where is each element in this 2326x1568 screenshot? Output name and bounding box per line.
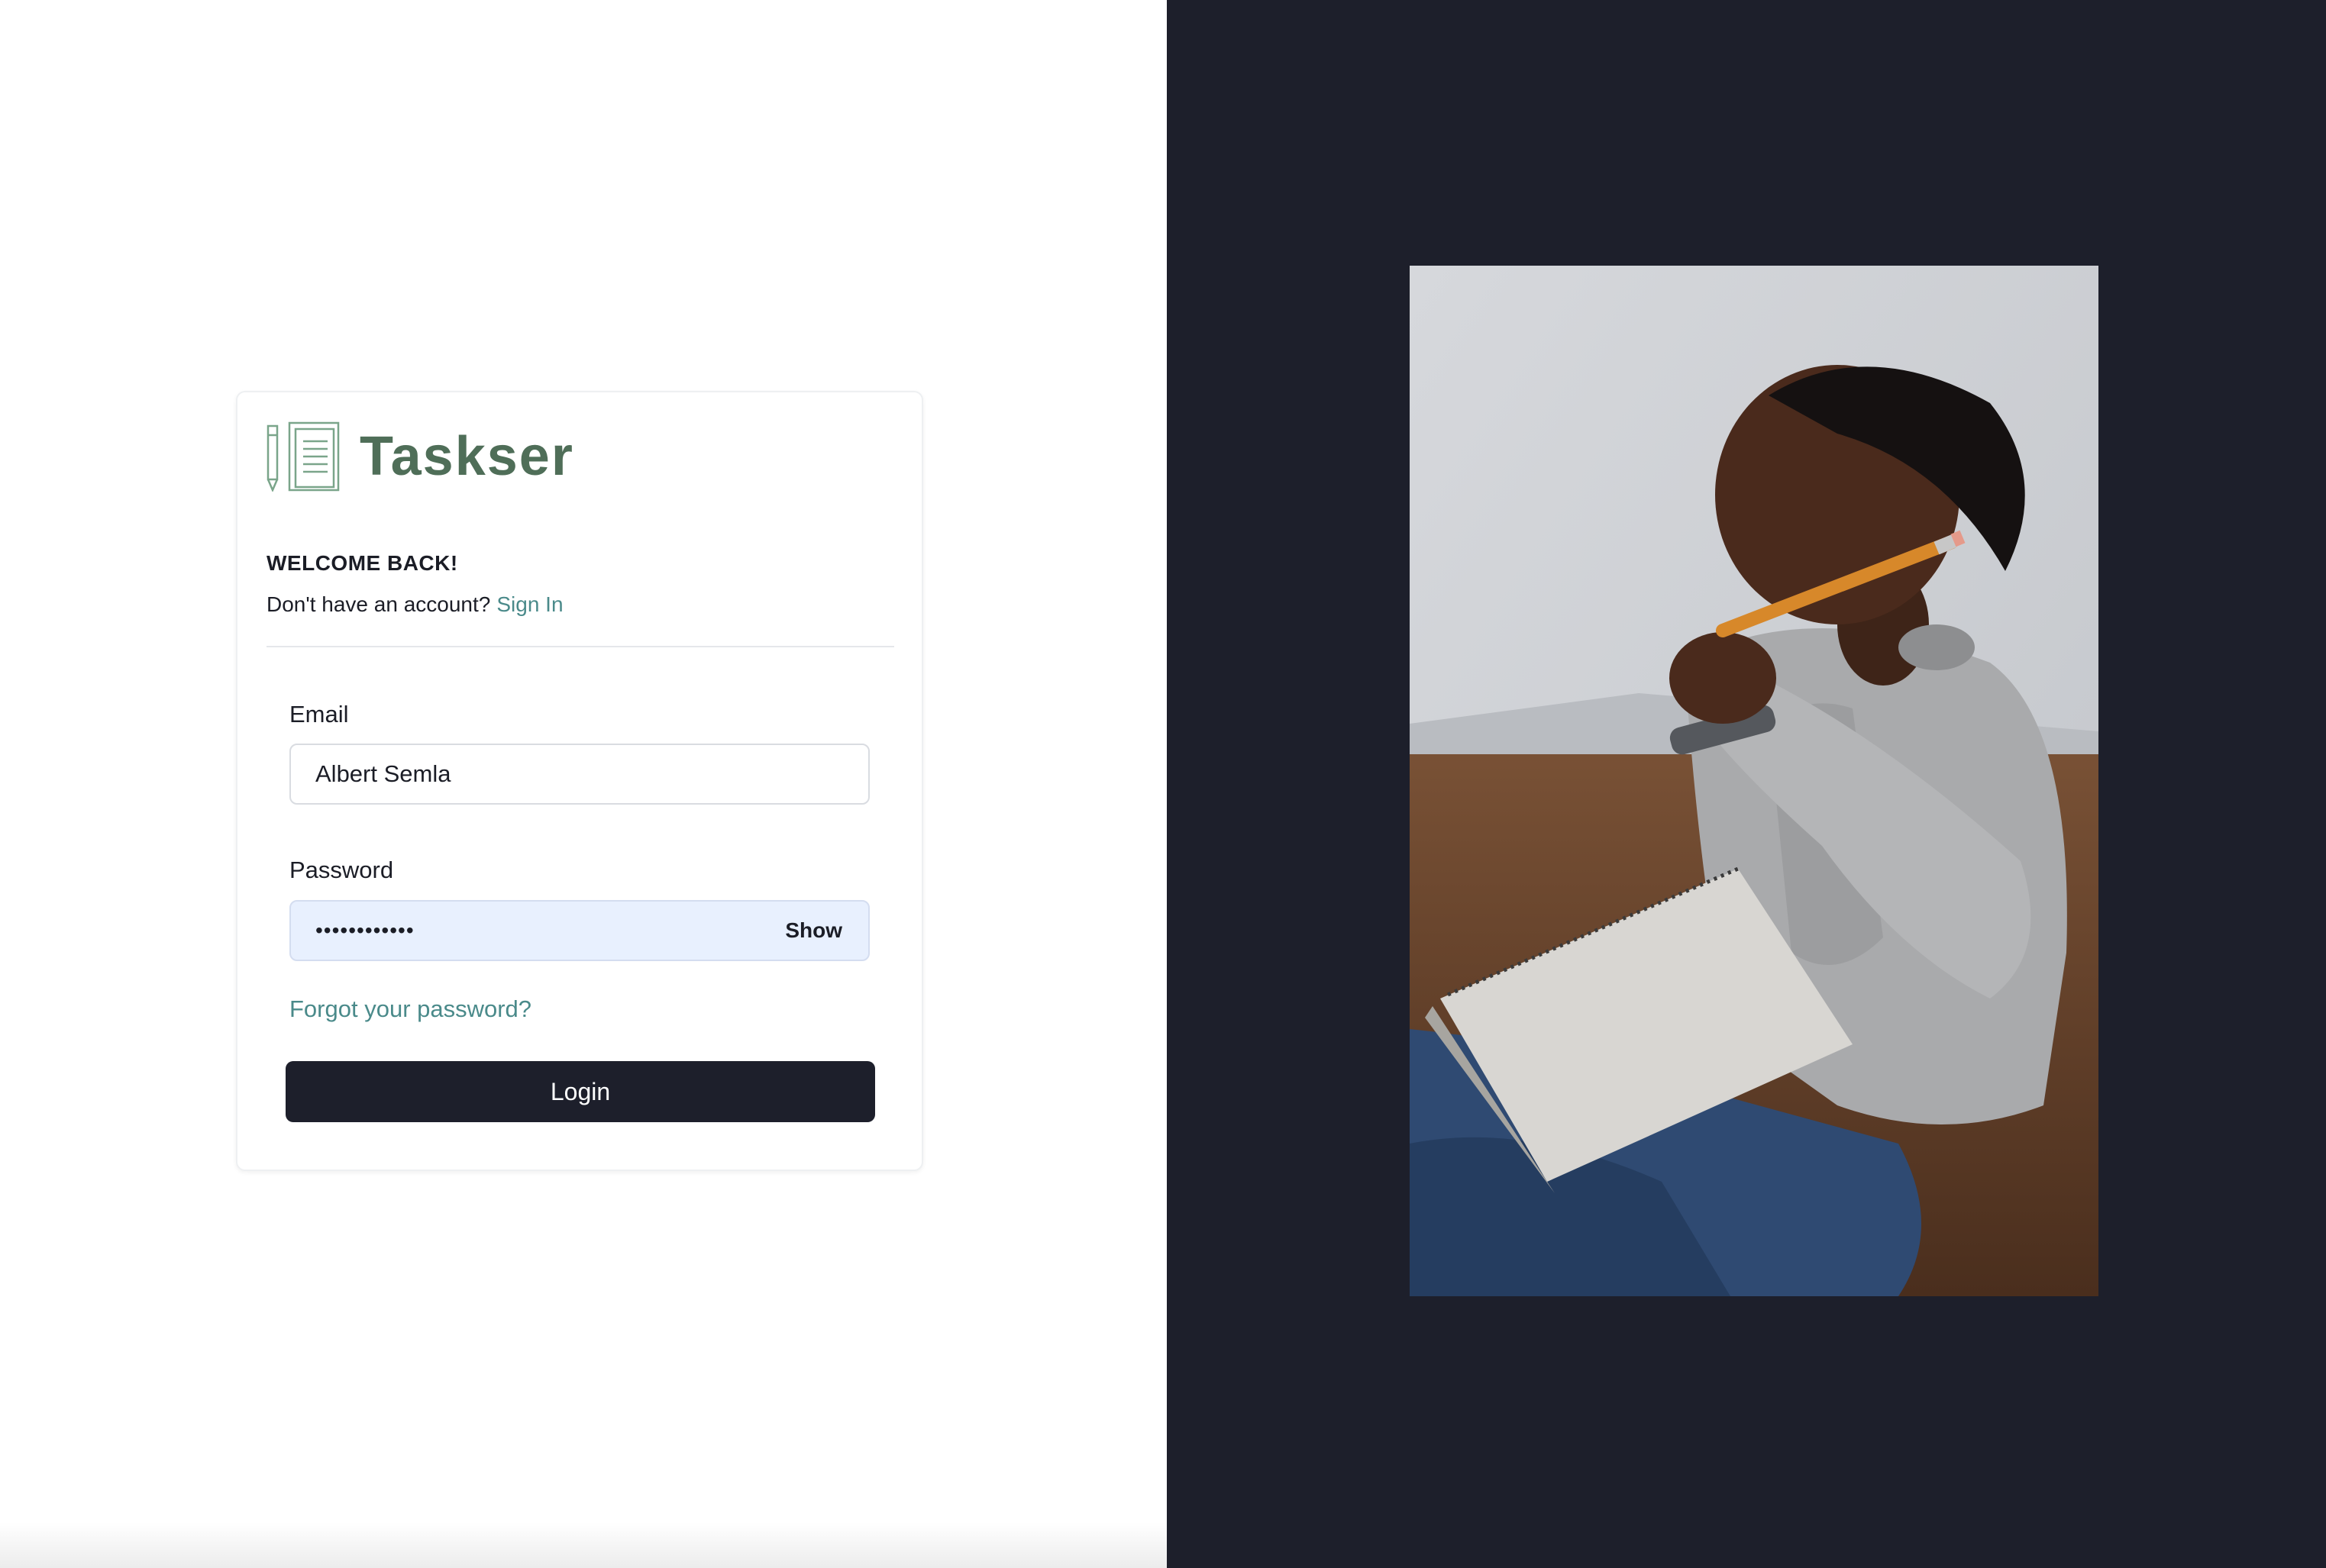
signup-prompt: Don't have an account? Sign In (267, 592, 564, 617)
login-card: Taskser WELCOME BACK! Don't have an acco… (236, 391, 923, 1171)
login-pane: Taskser WELCOME BACK! Don't have an acco… (0, 0, 1167, 1568)
password-label: Password (289, 857, 394, 883)
sign-in-link[interactable]: Sign In (496, 592, 563, 616)
email-value: Albert Semla (315, 760, 451, 787)
no-account-text: Don't have an account? (267, 592, 491, 616)
email-field[interactable]: Albert Semla (289, 744, 870, 805)
email-label: Email (289, 701, 349, 728)
login-button[interactable]: Login (286, 1061, 875, 1122)
password-value: •••••••••••• (315, 918, 415, 942)
show-password-button[interactable]: Show (785, 918, 842, 943)
brand-name: Taskser (360, 426, 574, 487)
notepad-pencil-icon (267, 421, 340, 492)
welcome-heading: WELCOME BACK! (267, 551, 458, 575)
brand-logo: Taskser (267, 420, 574, 493)
password-field[interactable]: •••••••••••• Show (289, 900, 870, 961)
hero-pane (1167, 0, 2326, 1568)
forgot-password-link[interactable]: Forgot your password? (289, 995, 531, 1023)
bottom-shadow (0, 1522, 1167, 1568)
divider (267, 646, 894, 647)
hero-photo (1410, 266, 2098, 1296)
